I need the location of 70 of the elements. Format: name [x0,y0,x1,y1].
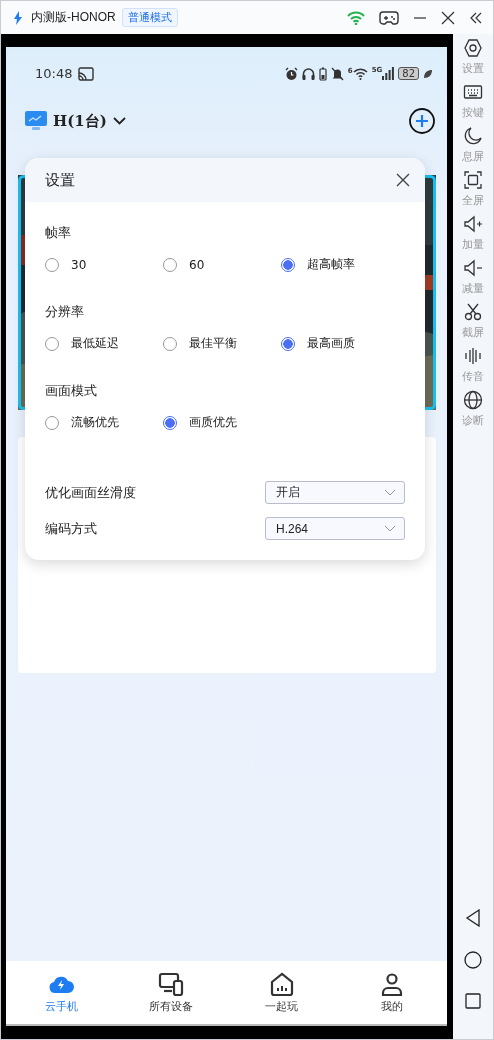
muted-bell-icon [330,66,344,81]
dialog-title: 设置 [45,170,75,190]
battery-level: 82 [398,67,419,80]
group-title[interactable]: H(1台) [53,111,107,131]
chevron-down-icon [384,525,396,532]
toolbar-button[interactable]: 设置 [462,38,484,76]
dropdown[interactable]: 开启 [265,481,405,504]
cast-icon [78,66,95,81]
settings-icon [463,38,483,58]
status-time: 10:48 [35,66,73,81]
option-label: 超高帧率 [307,256,355,273]
keyboard-icon [463,82,483,102]
section-label: 分辨率 [45,303,85,321]
volume-down-icon [463,258,483,278]
dropdown[interactable]: H.264 [265,517,405,540]
toolbar-button[interactable]: 诊断 [462,390,484,428]
close-icon[interactable] [441,10,455,25]
home-icon [268,971,295,997]
toolbar-button[interactable]: 息屏 [462,126,484,164]
option-label: 60 [189,257,205,272]
section-label: 帧率 [45,224,72,242]
monitor-icon [25,111,47,131]
nav-tab[interactable]: 云手机 [6,961,117,1024]
setting-label: 编码方式 [45,519,97,538]
globe-icon [463,390,483,410]
toolbar-button[interactable]: 加量 [462,214,484,252]
section-label: 画面模式 [45,382,98,400]
fullscreen-icon [463,170,483,190]
wifi-signal-icon [352,67,368,80]
toolbar-button[interactable]: 按键 [462,82,484,120]
radio-button[interactable] [281,336,295,351]
option-label: 最高画质 [307,335,355,352]
toolbar-button[interactable]: 截屏 [462,302,484,340]
collapse-icon[interactable] [469,10,483,25]
alarm-icon [284,66,298,81]
home-circle-icon[interactable] [464,951,482,969]
battery-small-icon [318,66,327,81]
add-icon[interactable] [409,108,435,134]
nav-tab[interactable]: 我的 [336,961,447,1024]
nav-tab[interactable]: 所有设备 [116,961,227,1024]
nav-tab[interactable]: 一起玩 [226,961,337,1024]
headphones-icon [301,66,315,81]
window-title: 内测版-HONOR [31,9,116,26]
recents-icon[interactable] [465,993,481,1009]
chevron-down-icon [384,489,396,496]
toolbar-button[interactable]: 减量 [462,258,484,296]
radio-button[interactable] [281,257,295,272]
option-label: 最佳平衡 [189,335,237,352]
sound-wave-icon [463,346,483,366]
mode-badge: 普通模式 [121,8,178,27]
gamepad-icon[interactable] [379,9,399,26]
toolbar-button[interactable]: 全屏 [462,170,484,208]
close-icon[interactable] [396,173,410,187]
radio-button[interactable] [163,415,177,430]
moon-icon [463,126,483,146]
option-label: 最低延迟 [71,335,119,352]
wifi-icon[interactable] [347,10,365,25]
scissors-icon [463,302,483,322]
leaf-icon [423,68,433,79]
option-label: 流畅优先 [71,414,119,431]
setting-label: 优化画面丝滑度 [45,483,136,502]
signal-bars-icon [382,67,395,80]
lightning-icon [13,10,23,25]
option-label: 画质优先 [189,414,237,431]
devices-icon [158,971,185,997]
back-icon[interactable] [465,909,481,927]
option-label: 30 [71,257,87,272]
volume-up-icon [463,214,483,234]
chevron-down-icon[interactable] [112,117,126,125]
toolbar-button[interactable]: 传音 [462,346,484,384]
